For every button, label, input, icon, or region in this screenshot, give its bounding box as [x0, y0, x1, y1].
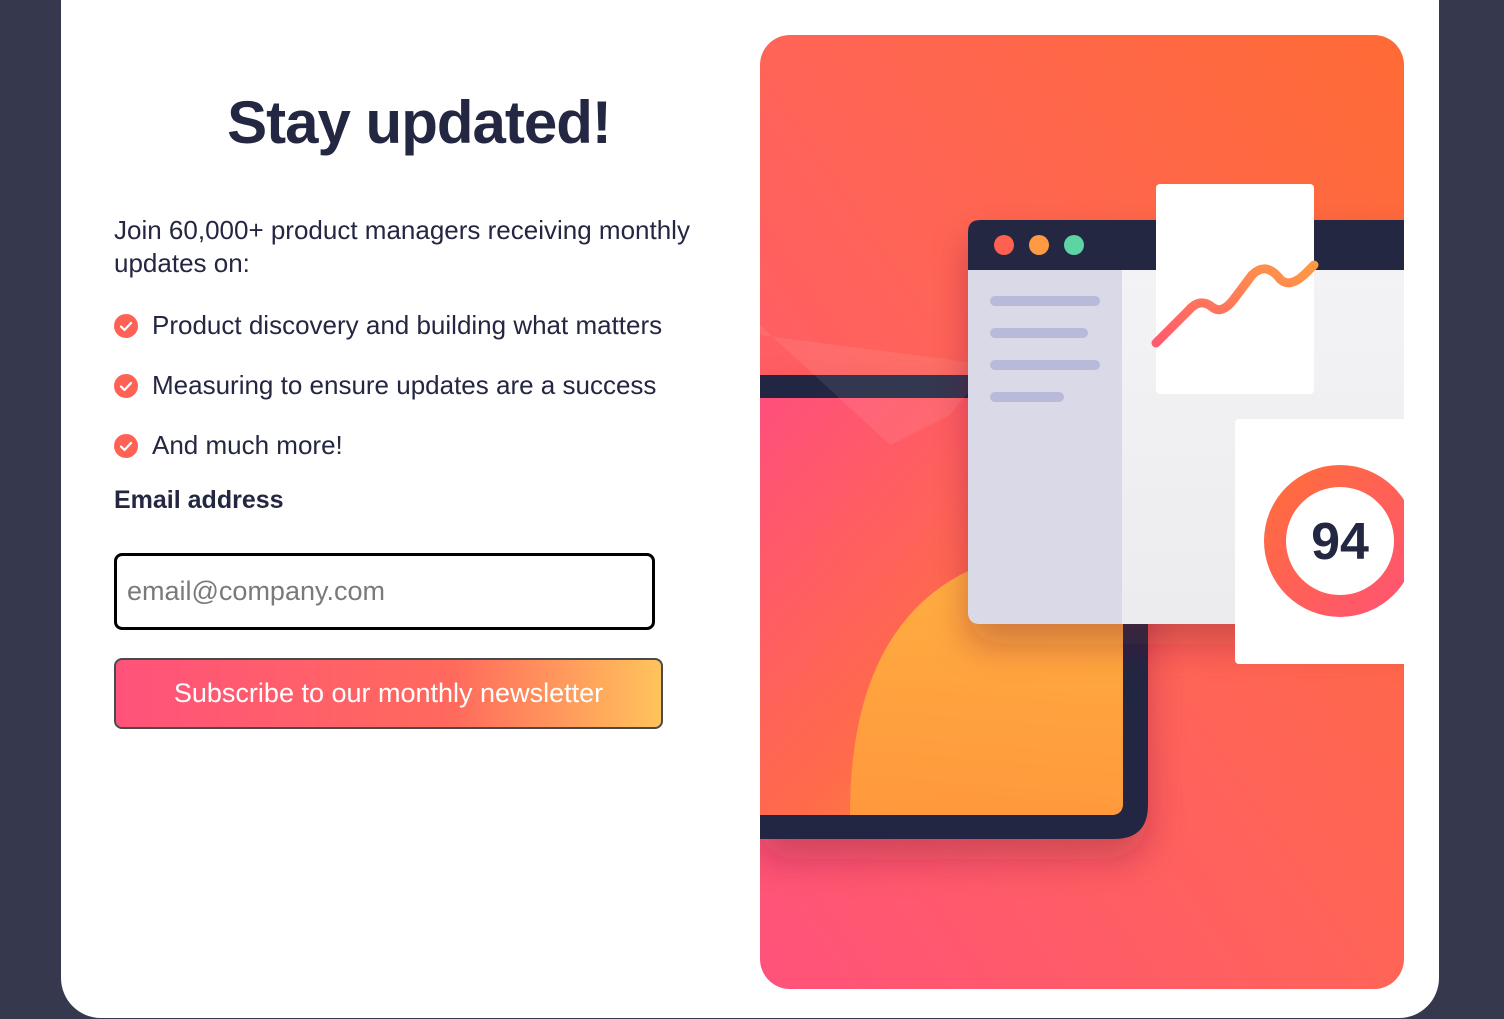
window-dot-orange: [1029, 235, 1049, 255]
window-dot-green: [1064, 235, 1084, 255]
page-title: Stay updated!: [227, 89, 612, 156]
email-label: Email address: [114, 486, 284, 514]
feature-text: And much more!: [152, 430, 343, 460]
hero-illustration: 94: [760, 35, 1404, 989]
feature-text: Product discovery and building what matt…: [152, 310, 663, 340]
check-circle-icon: [114, 373, 138, 398]
feature-item: And much more!: [114, 430, 343, 461]
email-input[interactable]: [114, 553, 655, 630]
check-circle-icon: [114, 313, 138, 338]
feature-text: Measuring to ensure updates are a succes…: [152, 370, 657, 400]
feature-item: Product discovery and building what matt…: [114, 310, 662, 341]
window-dot-red: [994, 235, 1014, 255]
intro-text: Join 60,000+ product managers receiving …: [114, 215, 690, 278]
check-circle-icon: [114, 433, 138, 458]
feature-item: Measuring to ensure updates are a succes…: [114, 370, 656, 401]
score-value: 94: [1311, 513, 1369, 571]
subscribe-button[interactable]: Subscribe to our monthly newsletter: [114, 658, 663, 729]
